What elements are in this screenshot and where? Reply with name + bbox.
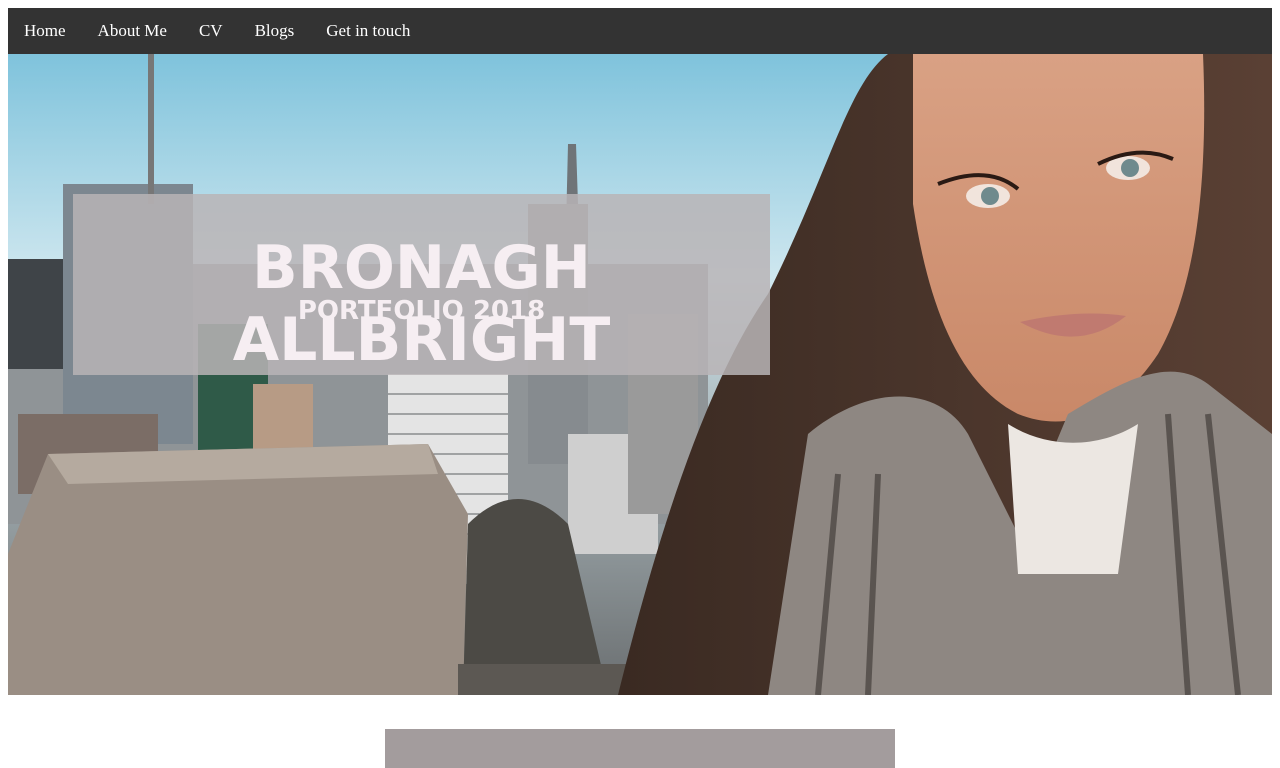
nav-blogs-link[interactable]: Blogs (239, 8, 311, 54)
nav-home-link[interactable]: Home (8, 8, 82, 54)
hero-title-box: BRONAGH ALLBRIGHT PORTFOLIO 2018 (73, 194, 770, 375)
section-header-bar (385, 729, 895, 768)
hero-subtitle: PORTFOLIO 2018 (297, 296, 546, 326)
hero-banner: BRONAGH ALLBRIGHT PORTFOLIO 2018 (8, 54, 1272, 695)
top-navigation-bar: Home About Me CV Blogs Get in touch (8, 8, 1272, 54)
nav-get-in-touch-link[interactable]: Get in touch (310, 8, 426, 54)
nav-cv-link[interactable]: CV (183, 8, 239, 54)
nav-about-me-link[interactable]: About Me (82, 8, 183, 54)
